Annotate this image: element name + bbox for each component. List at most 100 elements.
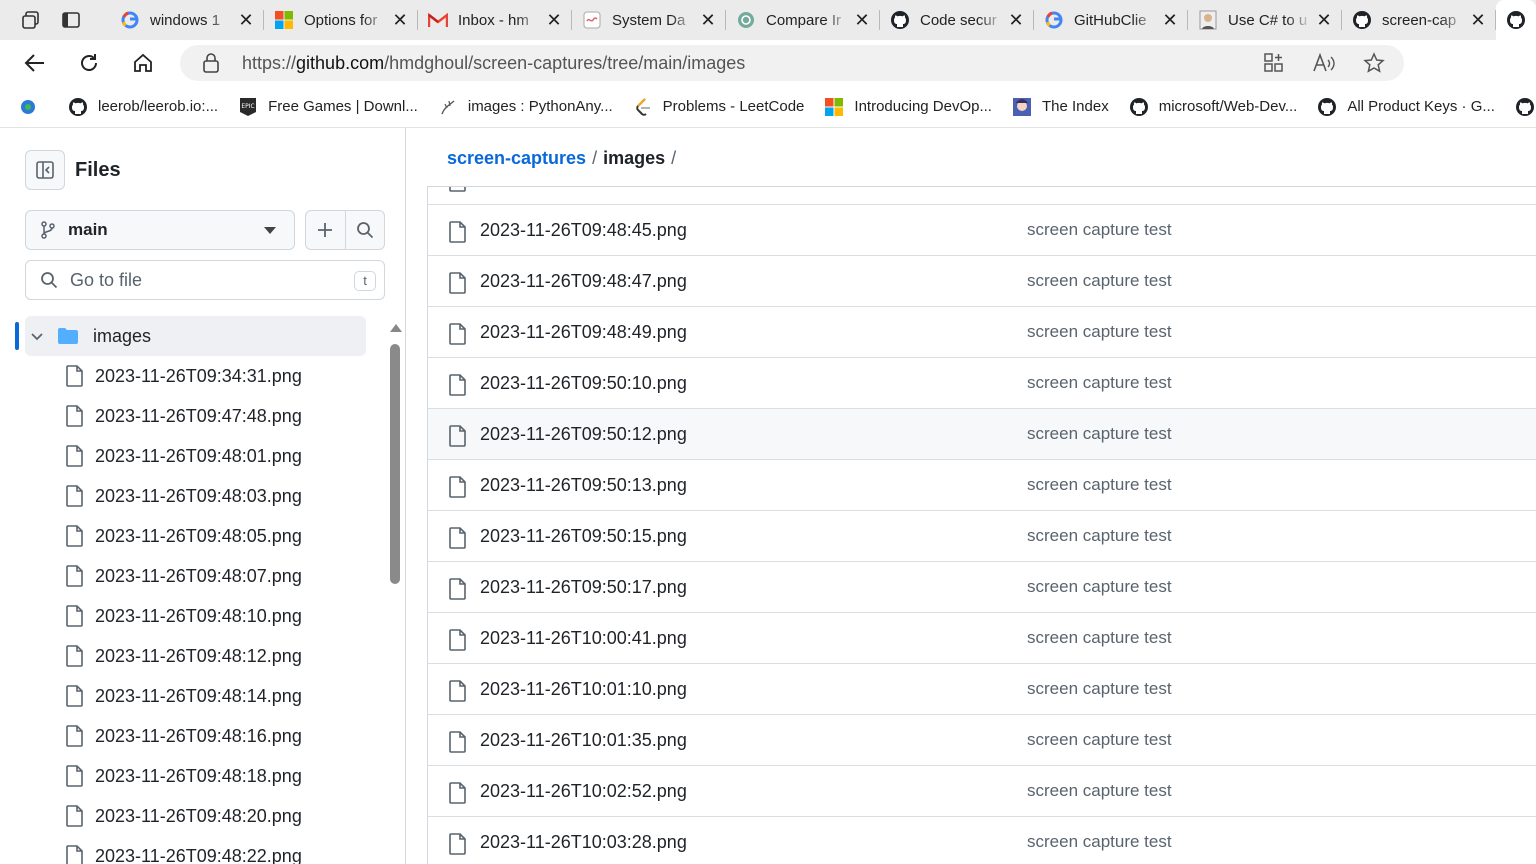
bookmark-item[interactable]: The Index — [1012, 97, 1109, 117]
workspaces-icon[interactable] — [20, 9, 42, 31]
table-row[interactable]: 2023-11-26T09:48:47.png screen capture te… — [428, 256, 1536, 307]
commit-message-link[interactable]: screen capture test — [1027, 475, 1172, 495]
branch-selector[interactable]: main — [25, 210, 295, 250]
close-tab-icon[interactable]: ✕ — [1008, 11, 1024, 29]
tree-file-item[interactable]: 2023-11-26T09:34:31.png — [66, 356, 302, 396]
close-tab-icon[interactable]: ✕ — [1470, 11, 1486, 29]
home-button[interactable] — [116, 40, 170, 86]
browser-tab[interactable]: Compare Ir ✕ — [726, 0, 880, 40]
file-name-link[interactable]: 2023-11-26T09:50:17.png — [480, 577, 687, 598]
chevron-down-icon[interactable] — [29, 329, 45, 343]
browser-tab[interactable]: windows 1 ✕ — [110, 0, 264, 40]
commit-message-link[interactable]: screen capture test — [1027, 526, 1172, 546]
app-available-icon[interactable] — [1262, 51, 1286, 75]
tab-actions-icon[interactable] — [60, 9, 82, 31]
favorite-star-icon[interactable] — [1362, 51, 1386, 75]
browser-tab[interactable]: Options for ✕ — [264, 0, 418, 40]
file-name-link[interactable]: 2023-11-26T09:50:12.png — [480, 424, 687, 445]
file-name-link[interactable]: 2023-11-26T09:48:45.png — [480, 220, 687, 241]
bookmark-apps[interactable] — [18, 97, 48, 117]
close-tab-icon[interactable]: ✕ — [700, 11, 716, 29]
tree-file-item[interactable]: 2023-11-26T09:48:10.png — [66, 596, 302, 636]
tree-file-item[interactable]: 2023-11-26T09:48:01.png — [66, 436, 302, 476]
table-row[interactable]: 2023-11-26T09:50:13.png screen capture te… — [428, 460, 1536, 511]
table-row[interactable]: 2023-11-26T10:03:28.png screen capture te… — [428, 817, 1536, 864]
tree-file-item[interactable]: 2023-11-26T09:48:05.png — [66, 516, 302, 556]
tree-file-item[interactable]: 2023-11-26T09:48:14.png — [66, 676, 302, 716]
table-row[interactable]: 2023-11-26T10:00:41.png screen capture te… — [428, 613, 1536, 664]
table-row[interactable]: 2023-11-26T09:48:45.png screen capture te… — [428, 205, 1536, 256]
file-name-link[interactable]: 2023-11-26T10:03:28.png — [480, 832, 687, 853]
file-name-link[interactable]: 2023-11-26T10:00:41.png — [480, 628, 687, 649]
table-row[interactable]: 2023-11-26T09:50:17.png screen capture te… — [428, 562, 1536, 613]
browser-tab[interactable]: screen-cap ✕ — [1342, 0, 1496, 40]
commit-message-link[interactable]: screen capture test — [1027, 679, 1172, 699]
tree-file-item[interactable]: 2023-11-26T09:48:20.png — [66, 796, 302, 836]
address-bar[interactable]: https://github.com/hmdghoul/screen-captu… — [180, 45, 1404, 81]
commit-message-link[interactable]: screen capture test — [1027, 628, 1172, 648]
tree-file-item[interactable]: 2023-11-26T09:48:18.png — [66, 756, 302, 796]
back-button[interactable] — [8, 40, 62, 86]
sidebar-scrollbar[interactable] — [388, 324, 402, 864]
go-to-file-input[interactable] — [70, 269, 330, 291]
bookmark-item[interactable]: All Product Keys · G... — [1317, 97, 1495, 117]
address-url[interactable]: https://github.com/hmdghoul/screen-captu… — [242, 53, 745, 74]
close-tab-icon[interactable]: ✕ — [1316, 11, 1332, 29]
tree-file-item[interactable]: 2023-11-26T09:47:48.png — [66, 396, 302, 436]
close-tab-icon[interactable]: ✕ — [392, 11, 408, 29]
close-tab-icon[interactable]: ✕ — [854, 11, 870, 29]
close-tab-icon[interactable]: ✕ — [1162, 11, 1178, 29]
refresh-button[interactable] — [62, 40, 116, 86]
scrollbar-thumb[interactable] — [390, 344, 400, 584]
tree-file-item[interactable]: 2023-11-26T09:48:16.png — [66, 716, 302, 756]
close-tab-icon[interactable]: ✕ — [238, 11, 254, 29]
commit-message-link[interactable]: screen capture test — [1027, 730, 1172, 750]
table-row[interactable]: 2023-11-26T09:48:49.png screen capture te… — [428, 307, 1536, 358]
browser-tab[interactable]: Code secur ✕ — [880, 0, 1034, 40]
search-button[interactable] — [344, 211, 384, 249]
bookmark-item[interactable]: microsoft/Web-Dev... — [1129, 97, 1297, 117]
commit-message-link[interactable]: screen capture test — [1027, 373, 1172, 393]
table-row[interactable]: 2023-11-26T10:01:35.png screen capture te… — [428, 715, 1536, 766]
bookmark-item[interactable]: images : PythonAny... — [438, 97, 613, 117]
table-row[interactable]: 2023-11-26T09:50:12.png screen capture te… — [428, 409, 1536, 460]
commit-message-link[interactable]: screen capture test — [1027, 577, 1172, 597]
file-name-link[interactable]: 2023-11-26T09:48:47.png — [480, 271, 687, 292]
file-name-link[interactable]: 2023-11-26T09:50:15.png — [480, 526, 687, 547]
file-name-link[interactable]: 2023-11-26T10:02:52.png — [480, 781, 687, 802]
browser-tab[interactable]: GitHubClie ✕ — [1034, 0, 1188, 40]
file-name-link[interactable]: 2023-11-26T09:50:13.png — [480, 475, 687, 496]
tree-file-item[interactable]: 2023-11-26T09:48:12.png — [66, 636, 302, 676]
table-row[interactable]: 2023-11-26T09:50:15.png screen capture te… — [428, 511, 1536, 562]
commit-message-link[interactable]: screen capture test — [1027, 220, 1172, 240]
collapse-sidebar-button[interactable] — [25, 150, 65, 190]
browser-tab[interactable]: Inbox - hm ✕ — [418, 0, 572, 40]
file-name-link[interactable]: 2023-11-26T09:50:10.png — [480, 373, 687, 394]
table-row-partial[interactable] — [428, 187, 1536, 205]
breadcrumb-repo-link[interactable]: screen-captures — [447, 148, 586, 169]
tree-file-item[interactable]: 2023-11-26T09:48:22.png — [66, 836, 302, 864]
table-row[interactable]: 2023-11-26T10:02:52.png screen capture te… — [428, 766, 1536, 817]
read-aloud-icon[interactable] — [1312, 51, 1336, 75]
browser-tab[interactable]: Use C# to u ✕ — [1188, 0, 1342, 40]
browser-tab[interactable]: System Da ✕ — [572, 0, 726, 40]
commit-message-link[interactable]: screen capture test — [1027, 832, 1172, 852]
bookmark-item[interactable]: Problems - LeetCode — [633, 97, 804, 117]
scroll-up-arrow-icon[interactable] — [390, 324, 402, 332]
commit-message-link[interactable]: screen capture test — [1027, 781, 1172, 801]
bookmark-item[interactable]: Introducing DevOp... — [824, 97, 992, 117]
bookmark-item[interactable]: EPIC Free Games | Downl... — [238, 97, 418, 117]
add-file-button[interactable] — [306, 211, 345, 249]
bookmark-item[interactable]: leerob/leerob.io:... — [68, 97, 218, 117]
tree-file-item[interactable]: 2023-11-26T09:48:03.png — [66, 476, 302, 516]
bookmark-item[interactable]: mi — [1515, 97, 1536, 117]
commit-message-link[interactable]: screen capture test — [1027, 271, 1172, 291]
file-name-link[interactable]: 2023-11-26T10:01:10.png — [480, 679, 687, 700]
commit-message-link[interactable]: screen capture test — [1027, 424, 1172, 444]
tree-file-item[interactable]: 2023-11-26T09:48:07.png — [66, 556, 302, 596]
go-to-file-field[interactable]: t — [25, 260, 385, 300]
table-row[interactable]: 2023-11-26T09:50:10.png screen capture te… — [428, 358, 1536, 409]
commit-message-link[interactable]: screen capture test — [1027, 322, 1172, 342]
file-name-link[interactable]: 2023-11-26T10:01:35.png — [480, 730, 687, 751]
file-name-link[interactable]: 2023-11-26T09:48:49.png — [480, 322, 687, 343]
